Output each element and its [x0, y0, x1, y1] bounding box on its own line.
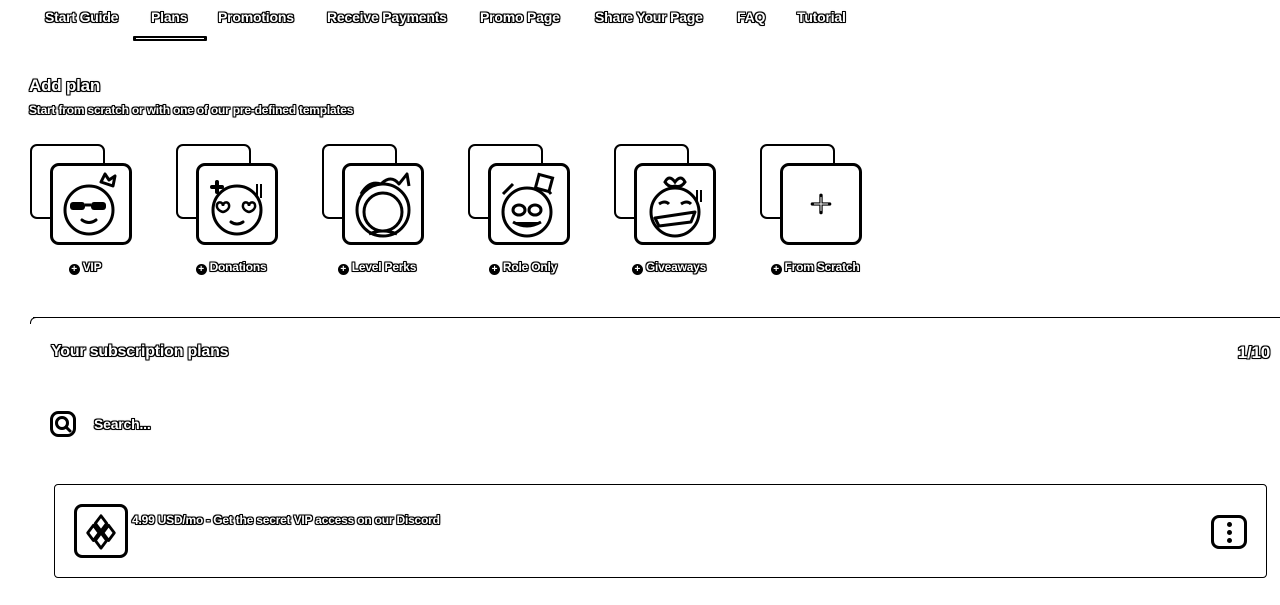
sunglasses-character-icon [63, 172, 117, 236]
active-tab-indicator [133, 36, 207, 41]
plan-list-item[interactable]: 4.99 USD/mo - Get the secret VIP access … [54, 484, 1267, 578]
template-donations[interactable]: + Donations [176, 144, 286, 279]
plan-count: 1/10 [1237, 343, 1270, 362]
search-icon [50, 411, 76, 437]
gift-character-icon [649, 176, 702, 238]
subscription-plans-title: Your subscription plans [51, 343, 229, 360]
template-label: + Role Only [468, 260, 578, 275]
add-plan-subtitle: Start from scratch or with one of our pr… [29, 103, 354, 117]
plan-description: 4.99 USD/mo - Get the secret VIP access … [132, 513, 440, 527]
template-card-front [50, 163, 132, 245]
crowned-character-icon [355, 172, 411, 238]
sparkle-diamond-icon [86, 514, 116, 550]
template-vip[interactable]: + VIP [30, 144, 140, 279]
template-label: + Level Perks [322, 260, 432, 275]
template-card-front [488, 163, 570, 245]
template-card-front [780, 163, 862, 245]
section-divider [30, 317, 1280, 324]
add-plan-title: Add plan [29, 76, 101, 95]
template-label: + Giveaways [614, 260, 724, 275]
template-card-front [196, 163, 278, 245]
tab-share-your-page[interactable]: Share Your Page [595, 9, 703, 25]
tab-promo-page[interactable]: Promo Page [480, 9, 560, 25]
template-level-perks[interactable]: + Level Perks [322, 144, 432, 279]
tab-receive-payments[interactable]: Receive Payments [327, 9, 447, 25]
heart-eyes-character-icon [210, 180, 263, 236]
plan-icon [74, 504, 128, 558]
plus-icon [810, 193, 832, 215]
template-label: + Donations [176, 260, 286, 275]
template-role-only[interactable]: + Role Only [468, 144, 578, 279]
template-card-front [634, 163, 716, 245]
more-options-button[interactable] [1211, 515, 1247, 549]
template-card-front [342, 163, 424, 245]
template-from-scratch[interactable]: + From Scratch [760, 144, 870, 279]
template-label: + From Scratch [760, 260, 870, 275]
tab-start-guide[interactable]: Start Guide [45, 9, 118, 25]
template-label: + VIP [30, 260, 140, 275]
tab-tutorial[interactable]: Tutorial [797, 9, 846, 25]
tab-promotions[interactable]: Promotions [218, 9, 294, 25]
search-placeholder: Search... [94, 416, 151, 432]
menu-dot [1226, 537, 1232, 543]
menu-dot [1226, 521, 1232, 527]
search-input[interactable]: Search... [50, 410, 350, 440]
menu-dot [1226, 529, 1232, 535]
tab-faq[interactable]: FAQ [737, 9, 765, 25]
hat-character-icon [501, 172, 555, 238]
top-tab-bar: Start Guide Plans Promotions Receive Pay… [0, 0, 1280, 50]
tab-plans[interactable]: Plans [151, 9, 188, 25]
template-giveaways[interactable]: + Giveaways [614, 144, 724, 279]
